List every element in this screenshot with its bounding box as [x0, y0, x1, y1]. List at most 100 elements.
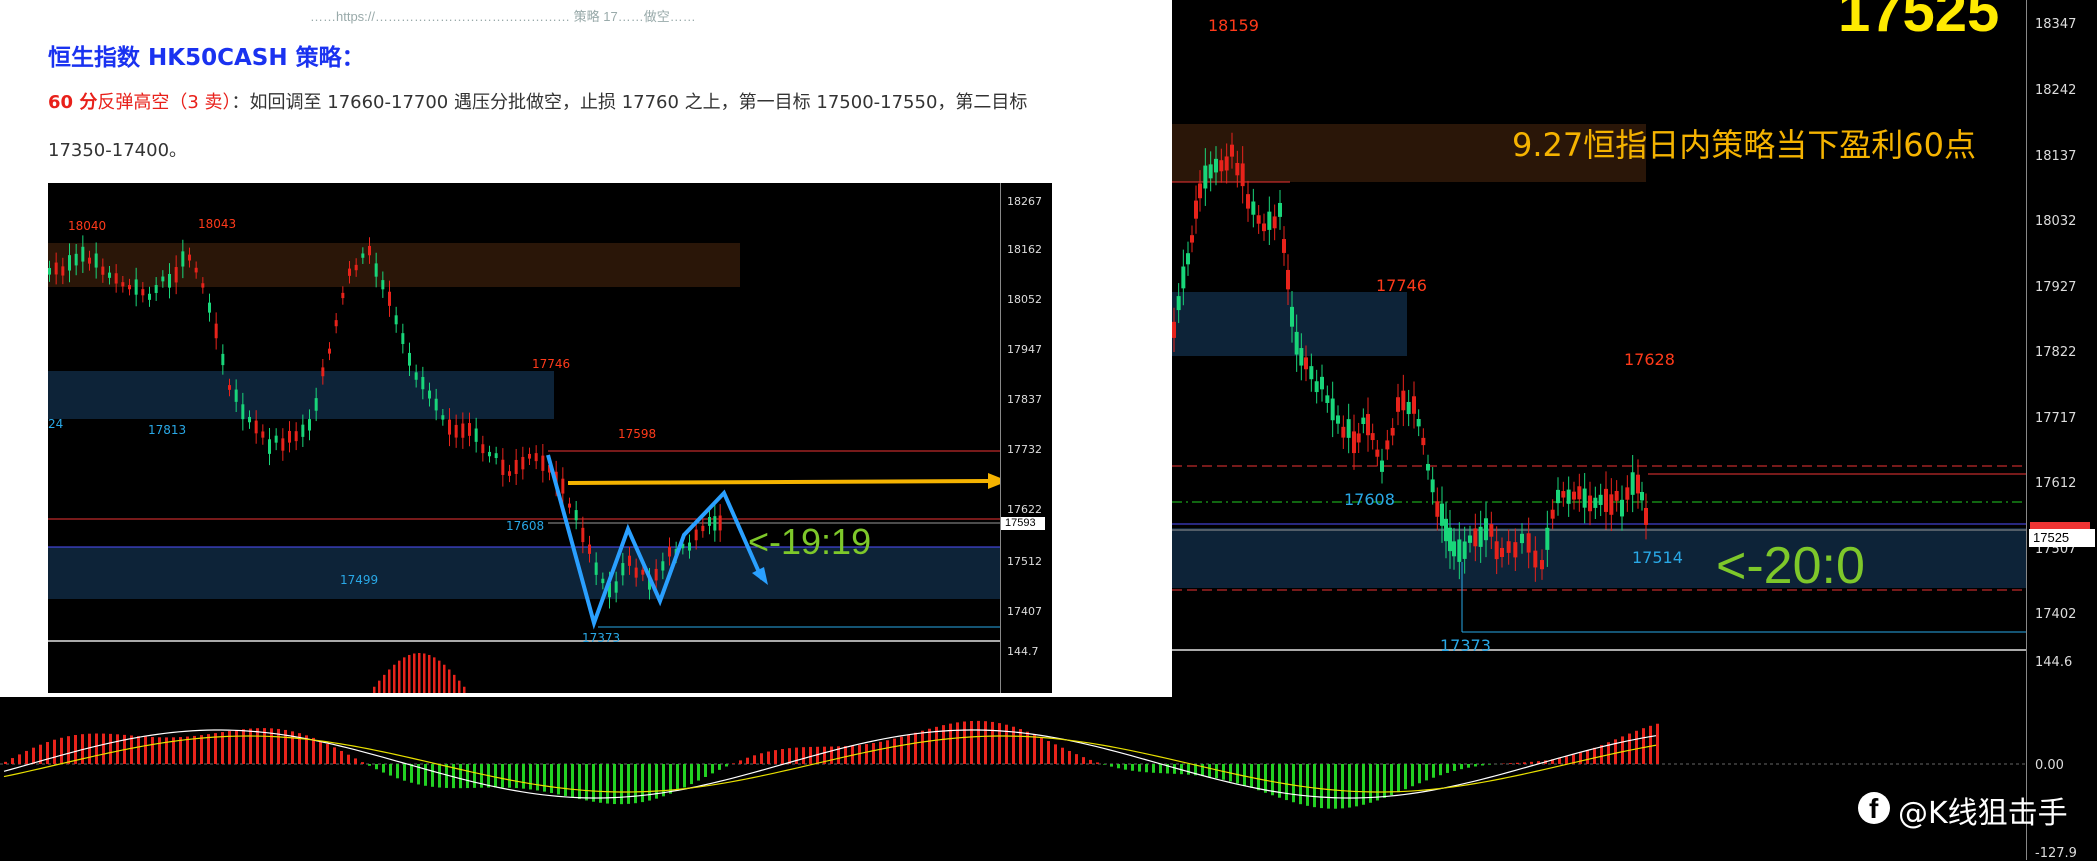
- macd-bar: [408, 655, 411, 693]
- macd-bar: [1418, 764, 1421, 783]
- candle-body: [1440, 504, 1444, 526]
- candle-body: [341, 293, 344, 298]
- candle-body: [601, 579, 604, 583]
- support-zone-upper: [1172, 292, 1407, 356]
- candle-body: [1468, 535, 1472, 542]
- candle-body: [361, 253, 364, 257]
- candle-body: [455, 425, 458, 438]
- candle-body: [275, 436, 278, 443]
- candle-body: [1347, 419, 1351, 438]
- candle-body: [568, 504, 571, 508]
- macd-bar: [571, 764, 574, 798]
- candle-body: [1352, 431, 1356, 453]
- macd-bar: [963, 722, 966, 764]
- macd-bar: [1313, 764, 1316, 807]
- candle-body: [1225, 156, 1229, 170]
- macd-bar: [1040, 738, 1043, 764]
- candle-body: [81, 247, 84, 262]
- candle-body: [1198, 183, 1202, 198]
- candle-body: [61, 266, 64, 275]
- level-label: 17514: [1632, 548, 1683, 567]
- candle-body: [128, 285, 131, 289]
- macd-bar: [1334, 764, 1337, 809]
- macd-bar: [242, 729, 245, 764]
- candle-body: [1620, 500, 1624, 517]
- candle-body: [135, 279, 138, 294]
- candle-body: [668, 547, 671, 557]
- macd-bar: [508, 764, 511, 788]
- macd-bar: [550, 764, 553, 793]
- macd-bar: [1173, 764, 1176, 774]
- axis-tick: 17402: [2035, 607, 2076, 622]
- macd-bar: [1117, 764, 1120, 768]
- candle-body: [575, 510, 578, 520]
- candle-body: [1190, 235, 1194, 242]
- candle-body: [1278, 203, 1282, 217]
- candle-body: [55, 263, 58, 275]
- candle-body: [1507, 541, 1511, 553]
- macd-bar: [453, 675, 456, 693]
- macd-bar: [1467, 764, 1470, 768]
- candle-body: [1230, 145, 1234, 157]
- macd-bar: [88, 734, 91, 764]
- macd-bar: [1586, 750, 1589, 764]
- macd-bar: [473, 764, 476, 788]
- candle-body: [708, 517, 711, 526]
- inner-candlestick-chart: [48, 183, 1052, 693]
- candle-body: [1391, 428, 1395, 436]
- macd-bar: [319, 741, 322, 764]
- macd-bar: [1264, 764, 1267, 793]
- macd-bar: [641, 764, 644, 802]
- macd-bar: [424, 764, 427, 786]
- macd-bar: [1397, 764, 1400, 792]
- candle-body: [1380, 461, 1384, 472]
- macd-bar: [53, 740, 56, 764]
- macd-bar: [361, 762, 364, 764]
- axis-tick: 17732: [1007, 443, 1042, 456]
- macd-bar: [375, 764, 378, 769]
- macd-bar: [1341, 764, 1344, 808]
- candle-body: [381, 280, 384, 289]
- macd-bar: [1362, 764, 1365, 805]
- candle-body: [1604, 489, 1608, 512]
- candle-body: [1286, 270, 1290, 289]
- candle-body: [535, 453, 538, 461]
- macd-bar: [914, 733, 917, 764]
- candle-body: [295, 431, 298, 441]
- macd-bar: [1068, 751, 1071, 764]
- macd-bar: [1257, 764, 1260, 790]
- candle-body: [1561, 491, 1565, 497]
- macd-bar: [1460, 764, 1463, 769]
- macd-bar: [1103, 764, 1106, 765]
- candle-body: [1299, 348, 1303, 366]
- candle-body: [1315, 381, 1319, 392]
- candle-body: [1290, 307, 1294, 327]
- candle-body: [1262, 223, 1266, 231]
- macd-bar: [438, 764, 441, 788]
- candle-body: [1412, 396, 1416, 414]
- macd-bar: [690, 764, 693, 784]
- axis-tick: 144.7: [1007, 645, 1039, 658]
- candle-body: [495, 453, 498, 458]
- candle-body: [595, 563, 598, 575]
- macd-bar: [1306, 764, 1309, 806]
- candle-body: [661, 561, 664, 570]
- candle-body: [561, 479, 564, 494]
- candle-body: [415, 372, 418, 379]
- macd-bar: [130, 735, 133, 764]
- macd-bar: [1152, 764, 1155, 773]
- macd-bar: [1383, 764, 1386, 798]
- macd-bar: [256, 728, 259, 764]
- macd-bar: [802, 747, 805, 764]
- macd-bar: [463, 687, 466, 693]
- price-axis: 18347 18242 18137 18032 17927 17822 1771…: [2026, 0, 2097, 860]
- macd-bar: [830, 747, 833, 764]
- candle-body: [688, 543, 691, 551]
- candle-body: [528, 454, 531, 459]
- candle-body: [288, 431, 291, 443]
- candle-body: [1172, 322, 1176, 338]
- axis-tick: 17407: [1007, 605, 1042, 618]
- candle-body: [448, 420, 451, 435]
- macd-bar: [1201, 764, 1204, 776]
- candle-body: [315, 398, 318, 411]
